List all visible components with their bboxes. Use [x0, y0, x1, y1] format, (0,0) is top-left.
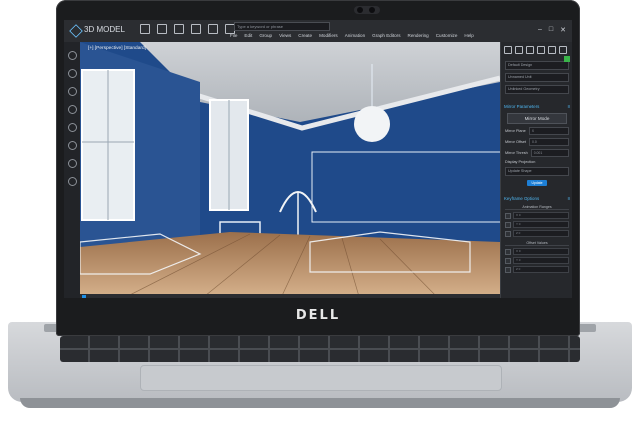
mirror-offset-label: Mirror Offset	[505, 140, 527, 144]
menu-views[interactable]: Views	[279, 33, 291, 38]
range-input[interactable]: X 0	[513, 212, 569, 219]
menu-file[interactable]: File	[230, 33, 237, 38]
range-input[interactable]: Y 0	[513, 221, 569, 228]
mirror-offset-prop: Mirror Offset 0.0	[505, 138, 569, 146]
range-checkbox[interactable]	[505, 230, 511, 237]
minimize-button[interactable]: –	[538, 26, 542, 34]
offset-input[interactable]: X 0	[513, 248, 569, 255]
redo-icon[interactable]	[208, 24, 218, 34]
keyboard-row-divider	[60, 348, 580, 350]
left-toolbar	[64, 42, 81, 298]
offset-row: Z 0	[505, 266, 569, 273]
hierarchy-tab-icon[interactable]	[526, 46, 534, 54]
snap-tool-icon[interactable]	[67, 123, 77, 132]
menu-animation[interactable]: Animation	[345, 33, 365, 38]
laptop-foot	[20, 398, 620, 408]
app-title: 3D MODEL	[84, 25, 125, 34]
menu-create[interactable]: Create	[298, 33, 312, 38]
menu-graph-editors[interactable]: Graph Editors	[372, 33, 400, 38]
offset-input[interactable]: Y 0	[513, 257, 569, 264]
display-tab-icon[interactable]	[548, 46, 556, 54]
display-projection-label: Display Projection	[505, 160, 536, 164]
scale-tool-icon[interactable]	[67, 105, 77, 114]
webcam	[354, 6, 380, 14]
menu-help[interactable]: Help	[464, 33, 473, 38]
range-checkbox[interactable]	[505, 221, 511, 228]
move-tool-icon[interactable]	[67, 69, 77, 78]
title-bar: 3D MODEL Type a keyword or phrase File E…	[64, 20, 572, 43]
3d-viewport[interactable]: [+] [Perspective] [Standard]	[80, 42, 500, 298]
window-controls: – □ ✕	[538, 26, 566, 34]
menu-edit[interactable]: Edit	[244, 33, 252, 38]
search-input[interactable]: Type a keyword or phrase	[234, 22, 330, 31]
range-row: Z 0	[505, 230, 569, 237]
touchpad	[140, 365, 502, 391]
quick-toolbar	[140, 24, 235, 34]
keyframe-options-header[interactable]: Keyframe Options ≡	[501, 196, 572, 201]
mirror-thresh-label: Mirror Thresh	[505, 151, 528, 155]
menu-customize[interactable]: Customize	[436, 33, 458, 38]
screen: 3D MODEL Type a keyword or phrase File E…	[64, 20, 572, 298]
save-icon[interactable]	[174, 24, 184, 34]
object-color-swatch[interactable]	[564, 56, 570, 62]
undo-icon[interactable]	[191, 24, 201, 34]
menu-group[interactable]: Group	[259, 33, 272, 38]
offset-values-label: Offset Values	[505, 241, 569, 246]
mirror-offset-input[interactable]: 0.0	[529, 138, 569, 146]
rotate-tool-icon[interactable]	[67, 87, 77, 96]
room-render	[80, 42, 500, 298]
close-button[interactable]: ✕	[560, 26, 566, 34]
motion-tab-icon[interactable]	[537, 46, 545, 54]
menu-rendering[interactable]: Rendering	[408, 33, 429, 38]
select-tool-icon[interactable]	[67, 51, 77, 60]
mirror-plane-input[interactable]: X	[528, 127, 569, 135]
keyframe-options-title: Keyframe Options	[504, 196, 540, 201]
screen-bezel-chin: DELL	[56, 298, 580, 336]
maximize-button[interactable]: □	[549, 26, 553, 34]
offset-row: Y 0	[505, 257, 569, 264]
menu-bar: File Edit Group Views Create Modifiers A…	[230, 33, 474, 38]
offset-row: X 0	[505, 248, 569, 255]
mirror-plane-label: Mirror Plane	[505, 129, 526, 133]
light-tool-icon[interactable]	[67, 159, 77, 168]
app-logo-icon	[69, 24, 83, 38]
offset-input[interactable]: Z 0	[513, 266, 569, 273]
menu-icon[interactable]: ≡	[567, 196, 570, 201]
object-name-field[interactable]: Default Design	[505, 61, 569, 70]
settings-tool-icon[interactable]	[67, 177, 77, 186]
animation-ranges-label: Animation Ranges	[505, 205, 569, 210]
mirror-parameters-title: Mirror Parameters	[504, 104, 540, 109]
offset-checkbox[interactable]	[505, 266, 511, 273]
mirror-plane-prop: Mirror Plane X	[505, 127, 569, 135]
command-panel: Default Design Unnamed Unit Unlinked Geo…	[500, 42, 572, 298]
modifier-list-field[interactable]: Unnamed Unit	[505, 73, 569, 82]
range-input[interactable]: Z 0	[513, 230, 569, 237]
viewport-label[interactable]: [+] [Perspective] [Standard]	[88, 46, 146, 51]
projection-mode-select[interactable]: Update Shape	[505, 167, 569, 176]
modifier-stack-field[interactable]: Unlinked Geometry	[505, 85, 569, 94]
update-button[interactable]: Update	[527, 180, 547, 186]
mirror-thresh-input[interactable]: 0.001	[530, 149, 569, 157]
command-panel-tabs	[501, 42, 572, 58]
modify-tab-icon[interactable]	[515, 46, 523, 54]
create-tab-icon[interactable]	[504, 46, 512, 54]
menu-icon[interactable]: ≡	[567, 104, 570, 109]
camera-tool-icon[interactable]	[67, 141, 77, 150]
offset-checkbox[interactable]	[505, 257, 511, 264]
utilities-tab-icon[interactable]	[559, 46, 567, 54]
new-file-icon[interactable]	[140, 24, 150, 34]
range-checkbox[interactable]	[505, 212, 511, 219]
open-folder-icon[interactable]	[157, 24, 167, 34]
menu-modifiers[interactable]: Modifiers	[319, 33, 338, 38]
offset-checkbox[interactable]	[505, 248, 511, 255]
range-row: X 0	[505, 212, 569, 219]
mirror-mode-button[interactable]: Mirror Mode	[507, 113, 567, 124]
mirror-parameters-header[interactable]: Mirror Parameters ≡	[501, 104, 572, 109]
brand-logo: DELL	[295, 308, 341, 323]
mirror-thresh-prop: Mirror Thresh 0.001	[505, 149, 569, 157]
range-row: Y 0	[505, 221, 569, 228]
